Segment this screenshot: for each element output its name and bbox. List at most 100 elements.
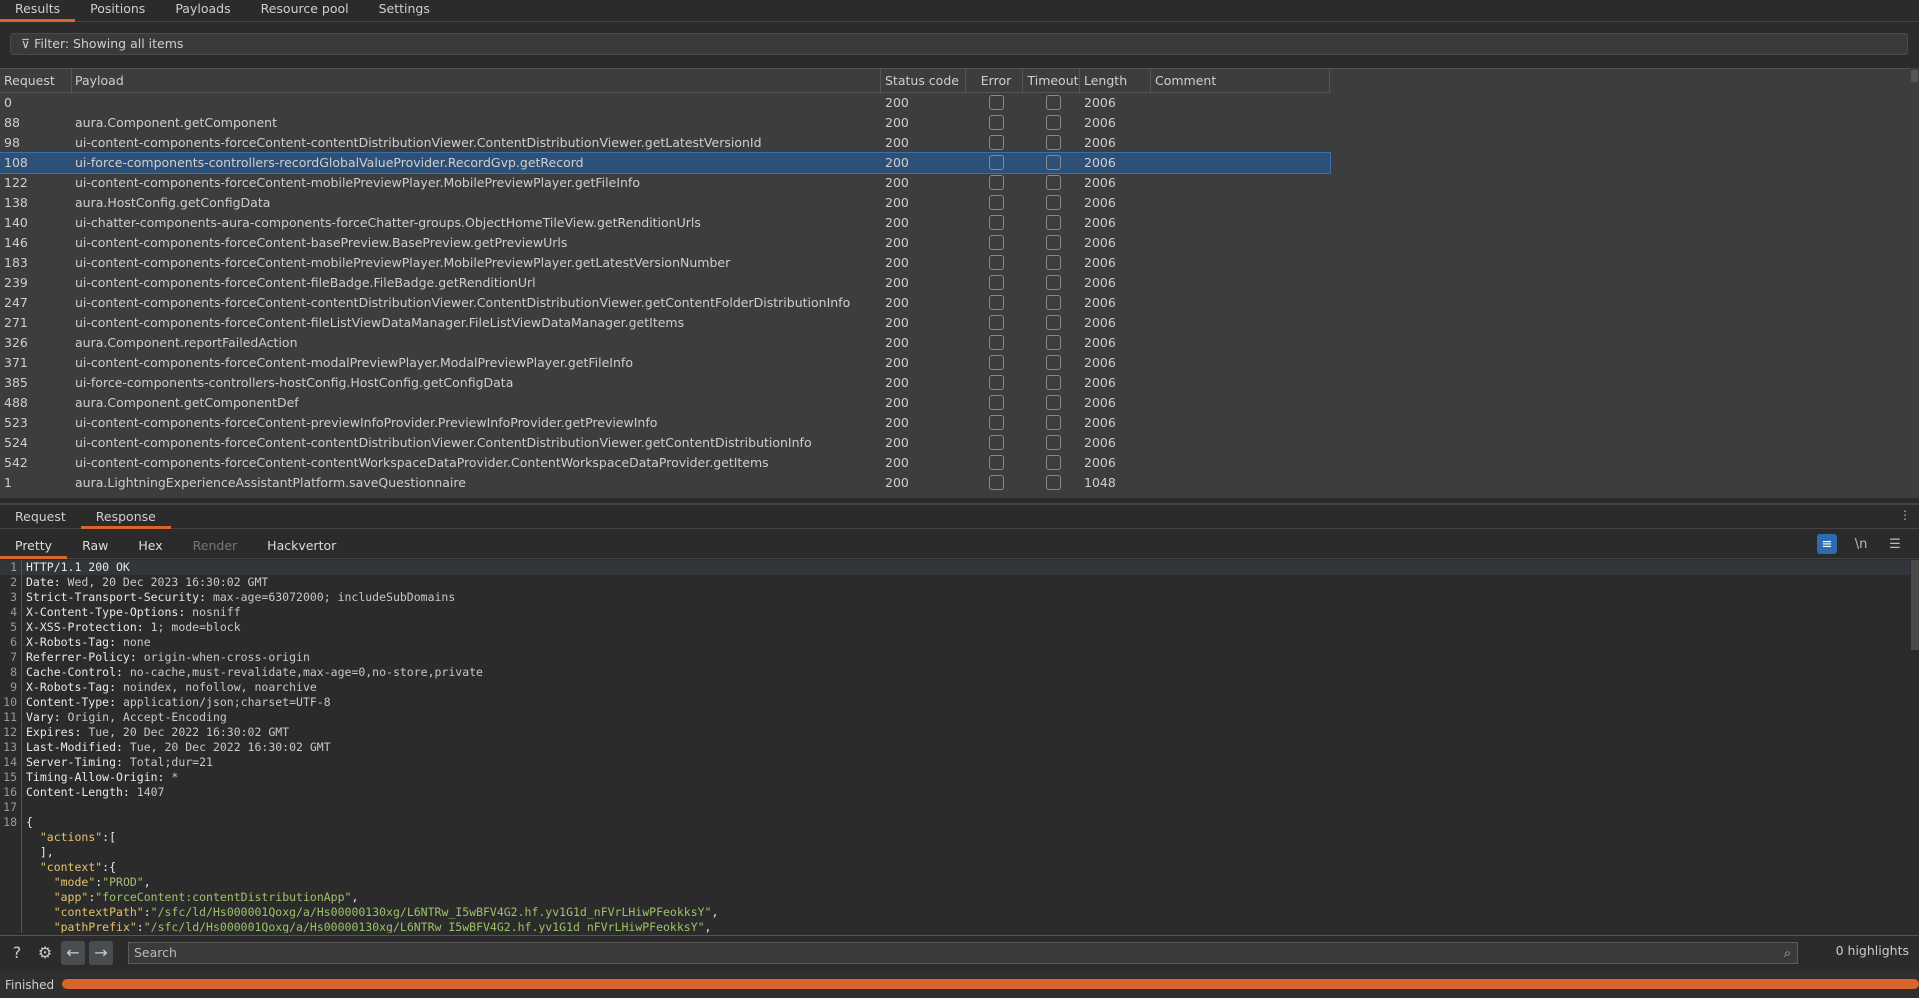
table-row[interactable]: 271 ui-content-components-forceContent-fi… xyxy=(0,313,1330,333)
table-row[interactable]: 488 aura.Component.getComponentDef 200 2006 xyxy=(0,393,1330,413)
column-header-comment[interactable]: Comment xyxy=(1151,69,1330,92)
status-code-cell: 200 xyxy=(885,435,909,450)
timeout-checkbox[interactable] xyxy=(1046,414,1061,430)
column-header-length[interactable]: Length xyxy=(1080,69,1151,92)
error-checkbox[interactable] xyxy=(989,314,1004,330)
table-row[interactable]: 140 ui-chatter-components-aura-components… xyxy=(0,213,1330,233)
tab-resource-pool[interactable]: Resource pool xyxy=(246,0,364,21)
menu-icon[interactable]: ☰ xyxy=(1885,534,1905,554)
error-checkbox[interactable] xyxy=(989,354,1004,370)
tab-settings[interactable]: Settings xyxy=(364,0,445,21)
timeout-checkbox[interactable] xyxy=(1046,174,1061,190)
table-row[interactable]: 247 ui-content-components-forceContent-co… xyxy=(0,293,1330,313)
timeout-checkbox[interactable] xyxy=(1046,214,1061,230)
more-options-icon[interactable]: ⋮ xyxy=(1899,508,1911,522)
forward-button[interactable]: → xyxy=(89,940,113,965)
error-checkbox[interactable] xyxy=(989,334,1004,350)
timeout-checkbox[interactable] xyxy=(1046,94,1061,110)
timeout-checkbox[interactable] xyxy=(1046,114,1061,130)
back-button[interactable]: ← xyxy=(61,940,85,965)
table-row[interactable]: 88 aura.Component.getComponent 200 2006 xyxy=(0,113,1330,133)
timeout-checkbox[interactable] xyxy=(1046,454,1061,470)
error-checkbox[interactable] xyxy=(989,374,1004,390)
table-row[interactable]: 138 aura.HostConfig.getConfigData 200 2006 xyxy=(0,193,1330,213)
column-header-status-code[interactable]: Status code xyxy=(881,69,966,92)
table-row[interactable]: 0 200 2006 xyxy=(0,93,1330,113)
tab-payloads[interactable]: Payloads xyxy=(160,0,245,21)
timeout-checkbox[interactable] xyxy=(1046,394,1061,410)
column-header-timeout[interactable]: Timeout xyxy=(1023,69,1080,92)
error-checkbox[interactable] xyxy=(989,234,1004,250)
word-wrap-icon[interactable]: ≡ xyxy=(1817,534,1837,554)
timeout-checkbox[interactable] xyxy=(1046,434,1061,450)
request-cell: 488 xyxy=(4,395,28,410)
tab-pretty[interactable]: Pretty xyxy=(0,533,68,559)
tab-raw[interactable]: Raw xyxy=(67,533,123,558)
timeout-checkbox[interactable] xyxy=(1046,474,1061,490)
error-checkbox[interactable] xyxy=(989,394,1004,410)
error-checkbox[interactable] xyxy=(989,454,1004,470)
tab-response[interactable]: Response xyxy=(80,505,171,529)
payload-cell: aura.HostConfig.getConfigData xyxy=(75,195,271,210)
timeout-checkbox[interactable] xyxy=(1046,134,1061,150)
header-name: Cache-Control: xyxy=(26,665,123,679)
json-punct: :{ xyxy=(102,860,117,874)
timeout-checkbox[interactable] xyxy=(1046,294,1061,310)
timeout-checkbox[interactable] xyxy=(1046,274,1061,290)
tab-results[interactable]: Results xyxy=(0,0,76,22)
tab-positions[interactable]: Positions xyxy=(75,0,160,21)
timeout-checkbox[interactable] xyxy=(1046,314,1061,330)
search-icon[interactable]: ⌕ xyxy=(1784,943,1791,963)
timeout-checkbox[interactable] xyxy=(1046,254,1061,270)
error-checkbox[interactable] xyxy=(989,434,1004,450)
timeout-checkbox[interactable] xyxy=(1046,334,1061,350)
table-scrollbar[interactable] xyxy=(1910,68,1919,498)
error-checkbox[interactable] xyxy=(989,194,1004,210)
gear-icon[interactable]: ⚙ xyxy=(33,941,57,965)
error-checkbox[interactable] xyxy=(989,414,1004,430)
timeout-checkbox[interactable] xyxy=(1046,374,1061,390)
table-row[interactable]: 108 ui-force-components-controllers-recor… xyxy=(0,152,1331,174)
error-checkbox[interactable] xyxy=(989,114,1004,130)
table-row[interactable]: 326 aura.Component.reportFailedAction 200 2… xyxy=(0,333,1330,353)
table-row[interactable]: 146 ui-content-components-forceContent-ba… xyxy=(0,233,1330,253)
column-header-error[interactable]: Error xyxy=(966,69,1023,92)
error-checkbox[interactable] xyxy=(989,154,1004,170)
help-icon[interactable]: ? xyxy=(5,941,29,965)
error-checkbox[interactable] xyxy=(989,274,1004,290)
payload-cell: ui-content-components-forceContent-conte… xyxy=(75,455,769,470)
tab-hackvertor[interactable]: Hackvertor xyxy=(252,533,351,558)
editor-scrollbar[interactable] xyxy=(1910,560,1919,933)
table-row[interactable]: 542 ui-content-components-forceContent-co… xyxy=(0,453,1330,473)
error-checkbox[interactable] xyxy=(989,254,1004,270)
error-checkbox[interactable] xyxy=(989,94,1004,110)
timeout-checkbox[interactable] xyxy=(1046,194,1061,210)
table-row[interactable]: 239 ui-content-components-forceContent-fi… xyxy=(0,273,1330,293)
table-row[interactable]: 1 aura.LightningExperienceAssistantPlatfo… xyxy=(0,473,1330,493)
column-header-payload[interactable]: Payload xyxy=(72,69,881,92)
column-header-request[interactable]: Request xyxy=(0,69,72,92)
table-row[interactable]: 122 ui-content-components-forceContent-mo… xyxy=(0,173,1330,193)
tab-render[interactable]: Render xyxy=(178,533,253,558)
search-input[interactable]: Search ⌕ xyxy=(128,942,1798,964)
tab-hex[interactable]: Hex xyxy=(123,533,177,558)
timeout-checkbox[interactable] xyxy=(1046,354,1061,370)
filter-bar[interactable]: ⊽ Filter: Showing all items xyxy=(10,33,1908,55)
timeout-checkbox[interactable] xyxy=(1046,234,1061,250)
error-checkbox[interactable] xyxy=(989,134,1004,150)
table-row[interactable]: 524 ui-content-components-forceContent-co… xyxy=(0,433,1330,453)
newline-icon[interactable]: \n xyxy=(1851,534,1871,554)
error-checkbox[interactable] xyxy=(989,294,1004,310)
table-row[interactable]: 523 ui-content-components-forceContent-pr… xyxy=(0,413,1330,433)
error-checkbox[interactable] xyxy=(989,174,1004,190)
header-name: Referrer-Policy: xyxy=(26,650,137,664)
table-row[interactable]: 371 ui-content-components-forceContent-mo… xyxy=(0,353,1330,373)
response-editor[interactable]: 1 HTTP/1.1 200 OK 2 Date: Wed, 20 Dec 2023 … xyxy=(0,560,1910,933)
table-row[interactable]: 98 ui-content-components-forceContent-con… xyxy=(0,133,1330,153)
error-checkbox[interactable] xyxy=(989,214,1004,230)
timeout-checkbox[interactable] xyxy=(1046,154,1061,170)
table-row[interactable]: 385 ui-force-components-controllers-hostC… xyxy=(0,373,1330,393)
tab-request[interactable]: Request xyxy=(0,505,81,528)
error-checkbox[interactable] xyxy=(989,474,1004,490)
table-row[interactable]: 183 ui-content-components-forceContent-mo… xyxy=(0,253,1330,273)
